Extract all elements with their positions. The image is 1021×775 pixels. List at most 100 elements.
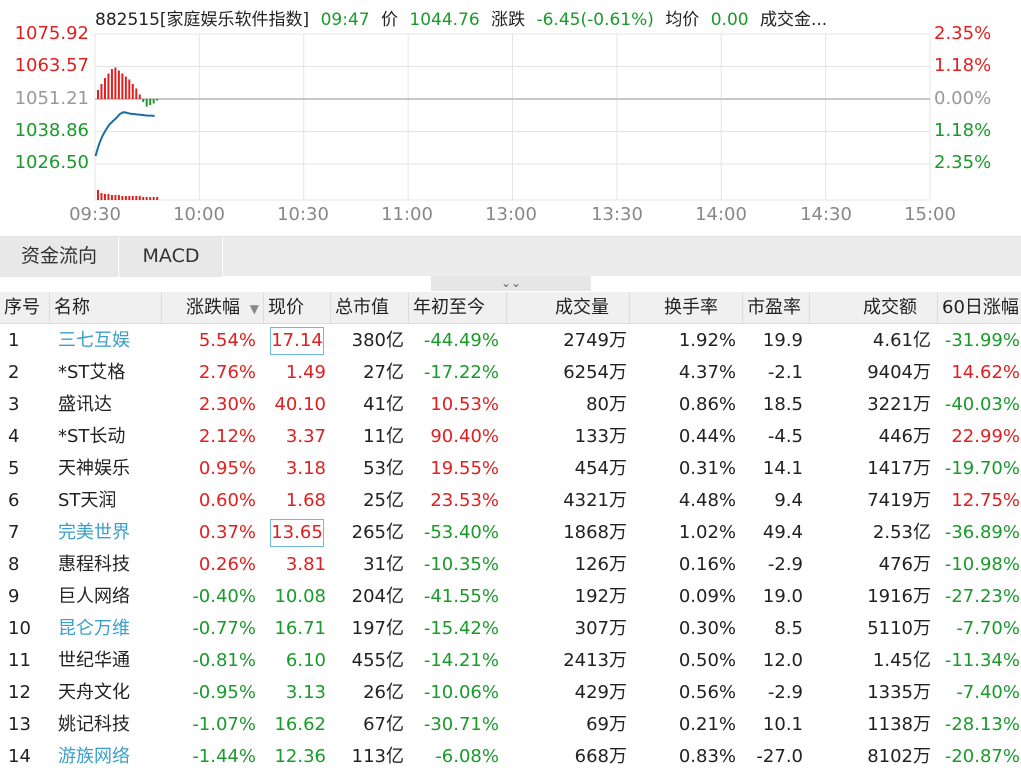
cell-name[interactable]: 姚记科技 xyxy=(58,709,162,741)
cell-no: 6 xyxy=(8,490,20,511)
cell-turnover-rate: 1.92% xyxy=(678,330,736,351)
col-header-name[interactable]: 名称 xyxy=(50,292,162,324)
volume-bar xyxy=(149,197,152,200)
table-row[interactable]: 4 *ST长动 2.12% 3.37 11亿 90.40% 133万 0.44% -4.5 446… xyxy=(0,421,1021,453)
y-left-label: 1075.92 xyxy=(14,23,89,44)
table-row[interactable]: 10 昆仑万维 -0.77% 16.71 197亿 -15.42% 307万 0.30% 8.5… xyxy=(0,613,1021,645)
col-header-60d-change[interactable]: 60日涨幅 xyxy=(938,292,1021,324)
volume-bar xyxy=(121,196,124,200)
y-right-label: 1.18% xyxy=(934,55,992,76)
cell-name[interactable]: 游族网络 xyxy=(58,741,162,773)
cell-change-pct: 0.37% xyxy=(198,522,256,543)
cell-ytd: -10.35% xyxy=(423,554,499,575)
cell-pe: 19.0 xyxy=(762,586,803,607)
volume-bar xyxy=(107,194,110,200)
cell-turnover-rate: 0.30% xyxy=(678,618,736,639)
col-header-mcap[interactable]: 总市值 xyxy=(331,292,409,324)
cell-pe: 8.5 xyxy=(774,618,803,639)
intraday-chart-svg xyxy=(94,33,931,201)
tab-macd[interactable]: MACD xyxy=(120,237,223,277)
table-row[interactable]: 8 惠程科技 0.26% 3.81 31亿 -10.35% 126万 0.16% -2.9 476… xyxy=(0,549,1021,581)
cell-ytd: -14.21% xyxy=(423,650,499,671)
volume-bar xyxy=(117,195,120,200)
table-row[interactable]: 2 *ST艾格 2.76% 1.49 27亿 -17.22% 6254万 4.37% -2.1 9… xyxy=(0,357,1021,389)
col-header-ytd[interactable]: 年初至今 xyxy=(409,292,507,324)
cell-change-pct: -0.40% xyxy=(192,586,256,607)
cell-name[interactable]: 盛讯达 xyxy=(58,389,162,421)
diff-bar xyxy=(128,79,131,99)
cell-pe: -2.9 xyxy=(767,682,803,703)
cell-price: 3.13 xyxy=(285,682,326,703)
x-time-label: 13:00 xyxy=(485,204,537,225)
cell-turnover-rate: 0.56% xyxy=(678,682,736,703)
cell-no: 7 xyxy=(8,522,20,543)
cell-name[interactable]: 三七互娱 xyxy=(58,325,162,357)
cell-pe: -4.5 xyxy=(767,426,803,447)
cell-pe: -27.0 xyxy=(756,746,803,767)
cell-mcap: 27亿 xyxy=(363,362,404,383)
quote-header: 882515[家庭娱乐软件指数] 09:47 价 1044.76 涨跌 -6.4… xyxy=(95,5,833,30)
cell-ytd: -10.06% xyxy=(423,682,499,703)
table-row[interactable]: 9 巨人网络 -0.40% 10.08 204亿 -41.55% 192万 0.09% 19.0… xyxy=(0,581,1021,613)
x-time-label: 11:00 xyxy=(381,204,433,225)
cell-turnover-rate: 0.16% xyxy=(678,554,736,575)
cell-name[interactable]: *ST艾格 xyxy=(58,357,162,389)
col-header-price[interactable]: 现价 xyxy=(264,292,331,324)
table-row[interactable]: 6 ST天润 0.60% 1.68 25亿 23.53% 4321万 4.48% 9.4 7419… xyxy=(0,485,1021,517)
cell-name[interactable]: 巨人网络 xyxy=(58,581,162,613)
cell-name[interactable]: 昆仑万维 xyxy=(58,613,162,645)
x-time-label: 10:30 xyxy=(277,204,329,225)
cell-60d-change: 22.99% xyxy=(951,426,1020,447)
intraday-chart[interactable]: 882515[家庭娱乐软件指数] 09:47 价 1044.76 涨跌 -6.4… xyxy=(0,0,1021,236)
col-header-amount[interactable]: 成交额 xyxy=(810,292,938,324)
table-row[interactable]: 7 完美世界 0.37% 13.65 265亿 -53.40% 1868万 1.02% 49.4… xyxy=(0,517,1021,549)
cell-name[interactable]: ST天润 xyxy=(58,485,162,517)
col-header-change-pct[interactable]: 涨跌幅 ▼ xyxy=(162,292,264,324)
cell-change-pct: -0.77% xyxy=(192,618,256,639)
cell-change-pct: 0.26% xyxy=(198,554,256,575)
col-header-pe[interactable]: 市盈率 xyxy=(743,292,810,324)
cell-amount: 1335万 xyxy=(867,682,931,703)
col-header-no[interactable]: 序号 xyxy=(0,292,50,324)
cell-change-pct: -1.07% xyxy=(192,714,256,735)
cell-name[interactable]: 惠程科技 xyxy=(58,549,162,581)
table-row[interactable]: 3 盛讯达 2.30% 40.10 41亿 10.53% 80万 0.86% 18.5 3221万… xyxy=(0,389,1021,421)
quote-time: 09:47 xyxy=(320,10,370,30)
cell-name[interactable]: 天舟文化 xyxy=(58,677,162,709)
cell-60d-change: 12.75% xyxy=(951,490,1020,511)
cell-name[interactable]: *ST长动 xyxy=(58,421,162,453)
cell-turnover-rate: 0.09% xyxy=(678,586,736,607)
tab-capital-flow[interactable]: 资金流向 xyxy=(0,237,119,277)
table-row[interactable]: 12 天舟文化 -0.95% 3.13 26亿 -10.06% 429万 0.56% -2.9 1… xyxy=(0,677,1021,709)
collapse-button[interactable]: ⌄⌄ xyxy=(431,276,591,291)
table-row[interactable]: 1 三七互娱 5.54% 17.14 380亿 -44.49% 2749万 1.92% 19.9… xyxy=(0,325,1021,357)
cell-name[interactable]: 完美世界 xyxy=(58,517,162,549)
cell-price: 3.18 xyxy=(285,458,326,479)
cell-volume: 126万 xyxy=(574,554,627,575)
table-row[interactable]: 14 游族网络 -1.44% 12.36 113亿 -6.08% 668万 0.83% -27.… xyxy=(0,741,1021,773)
diff-bar xyxy=(121,73,124,99)
cell-change-pct: -0.81% xyxy=(192,650,256,671)
cell-mcap: 31亿 xyxy=(363,554,404,575)
cell-ytd: -15.42% xyxy=(423,618,499,639)
cell-price: 1.49 xyxy=(285,362,326,383)
col-header-turnover-rate[interactable]: 换手率 xyxy=(630,292,743,324)
cell-60d-change: -7.40% xyxy=(956,682,1020,703)
cell-no: 13 xyxy=(8,714,31,735)
cell-name[interactable]: 世纪华通 xyxy=(58,645,162,677)
table-row[interactable]: 11 世纪华通 -0.81% 6.10 455亿 -14.21% 2413万 0.50% 12.… xyxy=(0,645,1021,677)
cell-no: 3 xyxy=(8,394,20,415)
volume-bar xyxy=(131,196,134,200)
col-header-volume[interactable]: 成交量 xyxy=(507,292,630,324)
cell-volume: 69万 xyxy=(586,714,627,735)
cell-name[interactable]: 天神娱乐 xyxy=(58,453,162,485)
cell-60d-change: 14.62% xyxy=(951,362,1020,383)
table-row[interactable]: 5 天神娱乐 0.95% 3.18 53亿 19.55% 454万 0.31% 14.1 1417… xyxy=(0,453,1021,485)
volume-bar xyxy=(110,195,113,200)
table-row[interactable]: 13 姚记科技 -1.07% 16.62 67亿 -30.71% 69万 0.21% 10.1 1… xyxy=(0,709,1021,741)
cell-amount: 1916万 xyxy=(867,586,931,607)
volume-bar xyxy=(152,197,155,200)
cell-60d-change: -27.23% xyxy=(944,586,1020,607)
cell-no: 4 xyxy=(8,426,20,447)
cell-price: 17.14 xyxy=(268,325,326,357)
